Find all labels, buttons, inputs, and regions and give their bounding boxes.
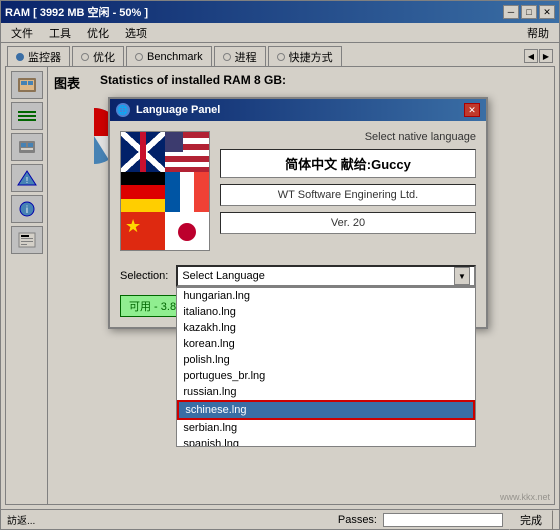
dropdown-item-5[interactable]: portugues_br.lng — [177, 368, 475, 384]
select-arrow-icon[interactable]: ▼ — [454, 267, 470, 285]
flag-de — [121, 172, 165, 212]
tab-shortcuts[interactable]: 快捷方式 — [268, 46, 342, 66]
flag-uk — [121, 132, 165, 172]
tab-monitor-label: 监控器 — [28, 49, 61, 65]
status-bar: 訪返... Passes: 完成 — [1, 509, 559, 529]
version-box: Ver. 20 — [220, 212, 476, 234]
dropdown-item-9[interactable]: spanish.lng — [177, 436, 475, 447]
menu-options[interactable]: 选项 — [121, 24, 151, 42]
window-title: RAM [ 3992 MB 空闲 - 50% ] — [5, 4, 148, 20]
svg-text:!: ! — [25, 176, 27, 185]
tab-process-label: 进程 — [235, 49, 257, 65]
main-window: RAM [ 3992 MB 空闲 - 50% ] ─ □ ✕ 文件 工具 优化 … — [0, 0, 560, 530]
flag-jp — [165, 212, 209, 251]
svg-text:i: i — [25, 205, 27, 216]
tab-dot-shortcuts — [277, 53, 285, 61]
select-wrapper: Select Language ▼ hungarian.lng italiano… — [176, 265, 476, 287]
menu-tools[interactable]: 工具 — [45, 24, 75, 42]
menu-items: 文件 工具 优化 选项 — [7, 24, 151, 42]
tab-monitor[interactable]: 监控器 — [7, 46, 70, 66]
select-box[interactable]: Select Language ▼ — [176, 265, 476, 287]
tab-nav: ◀ ▶ — [524, 49, 553, 63]
dropdown-item-6[interactable]: russian.lng — [177, 384, 475, 400]
dropdown-item-8[interactable]: serbian.lng — [177, 420, 475, 436]
sidebar-icon-1[interactable] — [11, 71, 43, 99]
sidebar-icon-4[interactable]: ! — [11, 164, 43, 192]
selection-label: Selection: — [120, 270, 168, 282]
flag-fr — [165, 172, 209, 212]
flag-collage: ★ — [120, 131, 210, 251]
menu-bar: 文件 工具 优化 选项 帮助 — [1, 23, 559, 43]
tab-optimize[interactable]: 优化 — [72, 46, 124, 66]
tab-dot-benchmark — [135, 53, 143, 61]
tab-bar: 监控器 优化 Benchmark 进程 快捷方式 ◀ ▶ — [1, 43, 559, 66]
tab-optimize-label: 优化 — [93, 49, 115, 65]
tab-dot-process — [223, 53, 231, 61]
dialog-title-text: 🌐 Language Panel — [116, 103, 220, 117]
dropdown-item-3[interactable]: korean.lng — [177, 336, 475, 352]
dialog-close-button[interactable]: ✕ — [464, 103, 480, 117]
tab-dot-optimize — [81, 53, 89, 61]
menu-help[interactable]: 帮助 — [523, 24, 553, 42]
sidebar-icon-5[interactable]: i — [11, 195, 43, 223]
menu-file[interactable]: 文件 — [7, 24, 37, 42]
flag-cn: ★ — [121, 212, 165, 251]
dropdown-item-7[interactable]: schinese.lng — [177, 400, 475, 420]
dialog-body: ★ Select native language 简体中文 献给:Guccy — [110, 121, 486, 261]
dropdown-list: hungarian.lng italiano.lng kazakh.lng ko… — [176, 287, 476, 447]
tab-benchmark-label: Benchmark — [147, 51, 203, 63]
dialog-overlay: 🌐 Language Panel ✕ — [48, 67, 554, 504]
company-box: WT Software Enginering Ltd. — [220, 184, 476, 206]
tab-process[interactable]: 进程 — [214, 46, 266, 66]
language-panel-dialog: 🌐 Language Panel ✕ — [108, 97, 488, 329]
passes-label: Passes: — [338, 514, 377, 526]
dropdown-item-1[interactable]: italiano.lng — [177, 304, 475, 320]
main-panel: 图表 Statistics of installed RAM 8 GB: — [48, 67, 554, 504]
maximize-button[interactable]: □ — [521, 5, 537, 19]
minimize-button[interactable]: ─ — [503, 5, 519, 19]
flag-us — [165, 132, 209, 172]
selection-row: Selection: Select Language ▼ hungarian.l… — [110, 261, 486, 291]
status-left-text: 訪返... — [7, 512, 35, 527]
tab-nav-right[interactable]: ▶ — [539, 49, 553, 63]
dropdown-item-0[interactable]: hungarian.lng — [177, 288, 475, 304]
title-bar: RAM [ 3992 MB 空闲 - 50% ] ─ □ ✕ — [1, 1, 559, 23]
tab-benchmark[interactable]: Benchmark — [126, 46, 212, 66]
dropdown-item-2[interactable]: kazakh.lng — [177, 320, 475, 336]
dialog-title-label: Language Panel — [136, 104, 220, 116]
tab-nav-left[interactable]: ◀ — [524, 49, 538, 63]
content-area: ! i 图表 — [5, 66, 555, 505]
close-button[interactable]: ✕ — [539, 5, 555, 19]
title-bar-buttons: ─ □ ✕ — [503, 5, 555, 19]
menu-optimize[interactable]: 优化 — [83, 24, 113, 42]
tab-shortcuts-label: 快捷方式 — [289, 49, 333, 65]
select-value: Select Language — [182, 270, 265, 282]
lang-name-box: 简体中文 献给:Guccy — [220, 149, 476, 178]
finish-button[interactable]: 完成 — [509, 510, 553, 530]
language-panel-icon: 🌐 — [116, 103, 130, 117]
dialog-title-bar: 🌐 Language Panel ✕ — [110, 99, 486, 121]
sidebar-icon-3[interactable] — [11, 133, 43, 161]
sidebar-icon-2[interactable] — [11, 102, 43, 130]
dialog-right: Select native language 简体中文 献给:Guccy WT … — [220, 131, 476, 251]
dropdown-item-4[interactable]: polish.lng — [177, 352, 475, 368]
native-lang-label: Select native language — [220, 131, 476, 143]
tab-dot-monitor — [16, 53, 24, 61]
flag-jp-circle — [178, 223, 196, 241]
passes-row: Passes: 完成 — [338, 510, 553, 530]
progress-bar — [383, 513, 503, 527]
sidebar-icon-6[interactable] — [11, 226, 43, 254]
sidebar: ! i — [6, 67, 48, 504]
